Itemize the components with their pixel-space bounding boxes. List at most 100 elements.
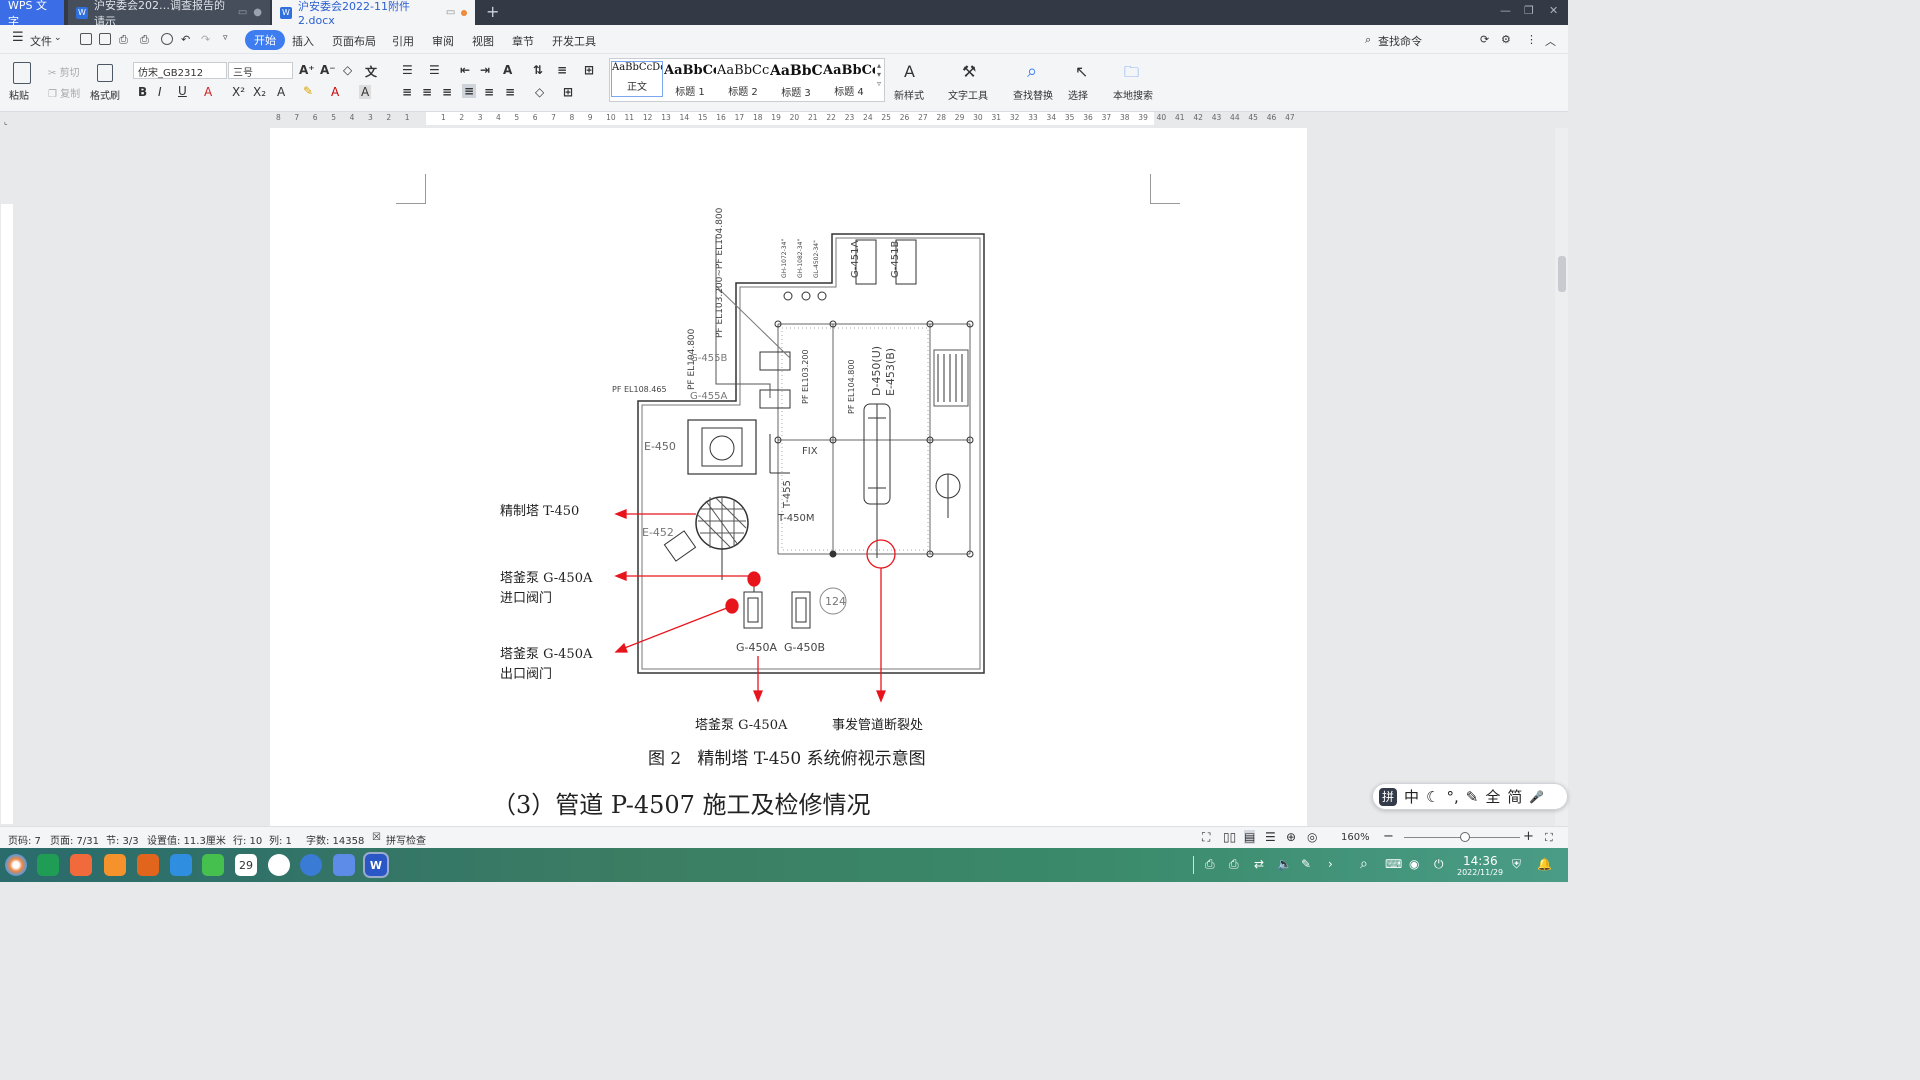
style-scroll-icon[interactable]: ▴ ▾ ▿ (877, 61, 881, 88)
menu-tab-home[interactable]: 开始 (245, 30, 285, 50)
justify-icon[interactable]: ≡ (462, 84, 477, 98)
browser-icon[interactable] (268, 854, 290, 876)
expand-tray-icon[interactable]: › (1328, 857, 1333, 871)
menu-tab-insert[interactable]: 插入 (292, 33, 314, 49)
superscript-icon[interactable]: X² (232, 85, 245, 99)
table-icon[interactable]: ⊞ (584, 63, 594, 77)
read-mode-icon[interactable]: ▯▯ (1223, 830, 1236, 844)
files-icon[interactable] (37, 854, 59, 876)
chevron-down-icon[interactable]: ⌄ (54, 33, 62, 43)
search-command[interactable]: 查找命令 (1378, 33, 1422, 49)
shading-icon[interactable]: ◇ (535, 85, 544, 99)
menu-tab-view[interactable]: 视图 (472, 33, 494, 49)
distribute-icon[interactable]: ≡ (484, 85, 494, 99)
eye-protection-icon[interactable]: ◎ (1307, 830, 1317, 844)
app-menu-button[interactable]: WPS 文字 (0, 0, 64, 28)
ime-simplified-toggle[interactable]: 简 (1507, 786, 1522, 807)
local-search-button[interactable]: 本地搜索 (1113, 87, 1153, 102)
photos-icon[interactable] (137, 854, 159, 876)
menu-tab-chapter[interactable]: 章节 (512, 33, 534, 49)
export-icon[interactable]: ⎙ (119, 33, 128, 47)
text-effect-icon[interactable]: A (277, 85, 285, 99)
pen-icon[interactable]: ✎ (1466, 788, 1479, 806)
undo-icon[interactable]: ↶ (181, 33, 190, 46)
paragraph-spacing-icon[interactable]: ≡ (505, 85, 515, 99)
web-view-icon[interactable]: ⊕ (1286, 830, 1296, 844)
menu-tab-review[interactable]: 审阅 (432, 33, 454, 49)
fullscreen-icon[interactable]: ⛶ (1202, 830, 1210, 845)
format-painter-icon[interactable] (97, 64, 113, 82)
ime-pinyin-icon[interactable]: 拼 (1379, 787, 1397, 806)
printer-icon[interactable]: ⎙ (1205, 857, 1215, 872)
style-heading2[interactable]: AaBbCc 标题 2 (717, 63, 769, 98)
search-icon[interactable]: ⌕ (1360, 856, 1368, 872)
redo-icon[interactable]: ↷ (201, 33, 210, 46)
char-shading-icon[interactable]: A (359, 85, 372, 99)
menu-tab-references[interactable]: 引用 (392, 33, 414, 49)
phonetic-icon[interactable]: 文 (365, 63, 377, 80)
power-icon[interactable]: ⏻ (1434, 857, 1444, 872)
ime-toolbar[interactable]: 拼 中 ☾ °, ✎ 全 简 🎤 (1372, 783, 1568, 810)
volume-icon[interactable]: 🔈 (1277, 857, 1292, 871)
document-tab-active[interactable]: W 沪安委会2022-11附件2.docx ▭ (272, 0, 475, 27)
font-name-select[interactable]: 仿宋_GB2312 (133, 62, 227, 79)
microphone-icon[interactable]: 🎤 (1529, 790, 1544, 804)
pen-tool-icon[interactable]: ✎ (1301, 857, 1311, 871)
tab-monitor-icon[interactable]: ▭ (238, 7, 247, 18)
new-tab-button[interactable]: + (486, 2, 499, 21)
ime-fullwidth-toggle[interactable]: 全 (1485, 786, 1500, 807)
cursor-icon[interactable]: ↖ (1075, 62, 1088, 81)
zoom-level[interactable]: 160% (1341, 832, 1370, 843)
clock-time[interactable]: 14:36 (1463, 854, 1498, 868)
folder-search-icon[interactable]: 🗀 (1124, 62, 1139, 87)
restore-icon[interactable]: ❐ (1524, 4, 1534, 17)
open-icon[interactable] (80, 33, 92, 45)
shield-icon[interactable]: ⛨ (1512, 857, 1521, 872)
vertical-scrollbar[interactable] (1555, 128, 1568, 826)
style-heading1[interactable]: AaBbCc 标题 1 (664, 63, 716, 98)
calendar-icon[interactable]: 29 (235, 854, 257, 876)
font-color-icon[interactable]: A (331, 85, 339, 99)
tab-close-icon[interactable]: ● (253, 7, 262, 18)
paste-button[interactable]: 粘贴 (9, 87, 29, 102)
grow-font-icon[interactable]: A⁺ (299, 63, 315, 77)
fit-width-icon[interactable]: ⛶ (1545, 831, 1553, 845)
quick-access-dropdown-icon[interactable]: ▿ (223, 33, 228, 43)
save-icon[interactable] (99, 33, 111, 45)
notification-bell-icon[interactable]: 🔔 (1537, 857, 1552, 871)
spell-check-icon[interactable]: ☒ (372, 832, 381, 843)
page-view-icon[interactable]: ▤ (1244, 830, 1256, 844)
print-icon[interactable]: ⎙ (140, 33, 149, 47)
align-left-icon[interactable]: ≡ (402, 85, 412, 99)
clock-date[interactable]: 2022/11/29 (1457, 868, 1503, 877)
new-style-button[interactable]: 新样式 (894, 87, 924, 102)
more-icon[interactable]: ⋮ (1526, 33, 1537, 46)
menu-tab-developer[interactable]: 开发工具 (552, 33, 596, 49)
launcher-icon[interactable] (5, 854, 27, 876)
border-icon[interactable]: ⊞ (563, 85, 573, 99)
gear-icon[interactable]: ⚙ (1501, 33, 1511, 46)
status-page[interactable]: 页面: 7/31 (50, 832, 99, 847)
store-bag-icon[interactable] (104, 854, 126, 876)
decrease-indent-icon[interactable]: ⇤ (460, 63, 470, 77)
new-style-icon[interactable]: A (904, 62, 915, 81)
text-editor-icon[interactable] (333, 854, 355, 876)
align-right-icon[interactable]: ≡ (442, 85, 452, 99)
sync-icon[interactable]: ⟳ (1480, 33, 1489, 46)
style-heading3[interactable]: AaBbC 标题 3 (770, 63, 822, 99)
document-tab[interactable]: W 沪安委会202…调查报告的请示 ▭ ● (68, 0, 270, 28)
punctuation-icon[interactable]: °, (1446, 788, 1458, 806)
document-page[interactable]: PF EL103.200~PF EL104.800 PF EL104.800 G… (270, 128, 1307, 826)
ime-chinese-toggle[interactable]: 中 (1404, 786, 1419, 807)
search-icon[interactable]: ⌕ (1365, 33, 1371, 47)
bullet-list-icon[interactable]: ☰ (402, 63, 413, 77)
appstore-icon[interactable] (70, 854, 92, 876)
sort-icon[interactable]: ⇅ (533, 63, 543, 77)
find-icon[interactable]: ⌕ (1027, 61, 1037, 82)
network-icon[interactable]: ◉ (1409, 857, 1419, 871)
unsaved-dot-icon[interactable] (461, 9, 467, 16)
vertical-ruler[interactable] (0, 128, 14, 826)
style-normal[interactable]: AaBbCcDd 正文 (611, 61, 663, 97)
cut-button[interactable]: ✂ 剪切 (48, 64, 80, 79)
zoom-slider-handle[interactable] (1460, 832, 1470, 842)
